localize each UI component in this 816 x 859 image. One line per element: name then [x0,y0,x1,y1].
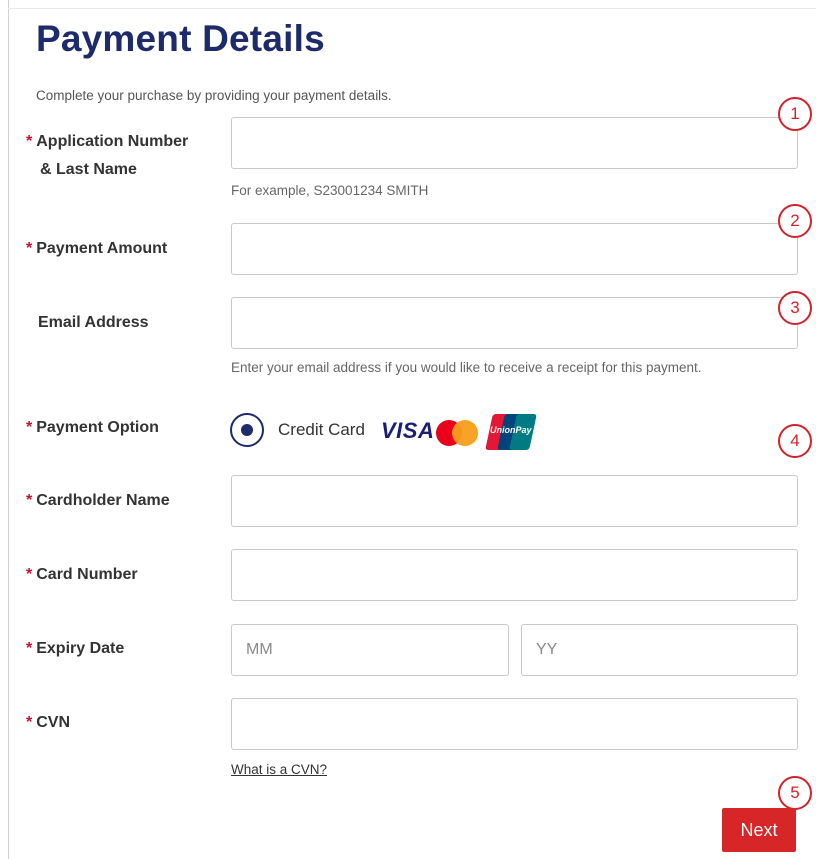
payment-option-label-text: Payment Option [36,419,159,436]
application-help-text: For example, S23001234 SMITH [231,183,429,198]
cardholder-name-input[interactable] [231,475,798,527]
payment-amount-label: * Payment Amount [26,235,167,263]
what-is-cvn-link[interactable]: What is a CVN? [231,762,327,777]
mastercard-logo-icon [436,420,480,446]
visa-logo-icon: VISA [381,418,435,443]
email-label: Email Address [38,314,149,331]
page-title: Payment Details [36,18,325,59]
next-button[interactable]: Next [722,808,796,852]
required-mark: * [26,240,33,257]
required-mark: * [26,640,33,657]
expiry-year-input[interactable] [521,624,798,676]
application-label: * Application Number & Last Name [26,128,188,184]
credit-card-option-label: Credit Card [278,420,365,439]
required-mark: * [26,714,33,731]
required-mark: * [26,419,33,436]
payment-amount-label-text: Payment Amount [36,240,168,257]
application-number-input[interactable] [231,117,798,169]
email-help-text: Enter your email address if you would li… [231,360,702,375]
application-label-line1: Application Number [36,133,189,150]
required-mark: * [26,133,33,150]
page-frame-left [8,0,9,859]
email-input[interactable] [231,297,798,349]
expiry-date-label-text: Expiry Date [36,640,125,657]
unionpay-logo-text: UnionPay [490,425,532,435]
card-number-label: * Card Number [26,561,138,589]
page-frame-top [8,8,816,9]
expiry-date-label: * Expiry Date [26,635,124,663]
annotation-marker-3: 3 [778,291,812,325]
card-number-label-text: Card Number [36,566,138,583]
expiry-month-input[interactable] [231,624,509,676]
annotation-marker-2: 2 [778,204,812,238]
payment-amount-input[interactable] [231,223,798,275]
page-subtitle: Complete your purchase by providing your… [36,88,392,103]
cardholder-name-label-text: Cardholder Name [36,492,170,509]
required-mark: * [26,566,33,583]
annotation-marker-5: 5 [778,776,812,810]
mastercard-yellow-circle [452,420,478,446]
credit-card-radio[interactable] [230,413,264,447]
card-number-input[interactable] [231,549,798,601]
annotation-marker-4: 4 [778,424,812,458]
required-mark: * [26,492,33,509]
application-label-line2: & Last Name [40,161,137,178]
cvn-label: * CVN [26,709,70,737]
payment-option-label: * Payment Option [26,414,159,442]
unionpay-logo-icon: UnionPay [485,414,537,450]
radio-selected-icon [241,424,253,436]
cvn-input[interactable] [231,698,798,750]
annotation-marker-1: 1 [778,97,812,131]
cardholder-name-label: * Cardholder Name [26,487,170,515]
cvn-label-text: CVN [36,714,71,731]
